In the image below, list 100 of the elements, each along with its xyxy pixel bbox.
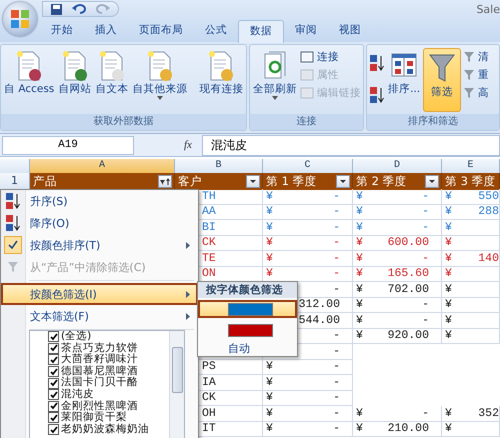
ribbon-button[interactable]: 自 Access: [3, 48, 56, 98]
formula-field[interactable]: 混沌皮: [202, 134, 500, 156]
column-header[interactable]: A: [30, 159, 175, 173]
checkbox[interactable]: [48, 412, 59, 424]
currency-symbol: ¥: [356, 220, 363, 234]
column-header[interactable]: E: [442, 159, 500, 173]
column-header[interactable]: B: [175, 159, 263, 173]
filter-button[interactable]: 筛选: [423, 48, 462, 112]
ribbon-tab[interactable]: 开始: [40, 20, 84, 42]
table-cell: -: [333, 267, 340, 280]
ribbon-tab[interactable]: 公式: [194, 20, 238, 42]
currency-symbol: ¥: [445, 422, 452, 436]
filter-dropdown-button[interactable]: [246, 175, 260, 188]
filter-dropdown-button[interactable]: [425, 175, 439, 188]
ribbon-tab[interactable]: 视图: [328, 20, 372, 42]
checkbox[interactable]: [48, 342, 59, 354]
filter-dropdown-button[interactable]: [336, 175, 350, 188]
table-cell: 920.00: [388, 329, 429, 342]
table-cell: -: [422, 190, 429, 203]
document-icon: [98, 50, 126, 82]
table-cell: 165.60: [388, 267, 429, 280]
menu-item[interactable]: 自动: [198, 342, 297, 356]
menu-item[interactable]: 降序(O): [1, 212, 198, 234]
list-item-label[interactable]: 茶点巧克力软饼: [61, 342, 138, 354]
undo-icon[interactable]: [72, 4, 86, 14]
table-cell: -: [333, 376, 340, 389]
list-item-label[interactable]: 大茴香籽调味汁: [61, 354, 138, 366]
scrollbar[interactable]: [169, 331, 184, 438]
menu-item[interactable]: 按颜色筛选(I): [1, 283, 198, 305]
table-cell: TE: [202, 252, 216, 265]
table-cell: -: [422, 220, 429, 234]
currency-symbol: ¥: [356, 422, 363, 436]
ribbon-button[interactable]: 自文本: [94, 48, 130, 98]
row-header[interactable]: 1: [0, 173, 30, 190]
currency-symbol: ¥: [445, 282, 452, 296]
table-cell: TH: [202, 190, 216, 203]
color-option[interactable]: [198, 300, 297, 318]
filter-dropdown-button[interactable]: [158, 175, 172, 188]
header-cell: 第 3 季度: [445, 174, 496, 189]
ribbon-button[interactable]: 自其他来源: [131, 48, 188, 102]
menu-item[interactable]: 升序(S): [1, 190, 198, 212]
checkbox[interactable]: [48, 354, 59, 366]
name-box[interactable]: A19: [2, 136, 134, 154]
document-icon: [15, 50, 44, 82]
checkbox[interactable]: [48, 389, 59, 400]
sort-ascending-icon[interactable]: [5, 192, 21, 210]
ribbon-small-button[interactable]: 重: [463, 66, 490, 84]
refresh-all-button[interactable]: 全部刷新: [252, 48, 298, 102]
check-icon: [4, 236, 22, 254]
ribbon-small-button[interactable]: 高: [463, 84, 490, 102]
list-item-label[interactable]: (全选): [61, 331, 92, 343]
group-label: 获取外部数据: [1, 114, 246, 130]
currency-symbol: ¥: [266, 422, 273, 436]
table-cell: BI: [202, 220, 216, 234]
sort-button[interactable]: 排序...: [387, 48, 422, 98]
checkbox[interactable]: [48, 378, 59, 389]
ribbon-tab[interactable]: 审阅: [284, 20, 328, 42]
table-cell: -: [333, 422, 340, 436]
list-item-label[interactable]: 德国慕尼黑啤酒: [61, 366, 138, 378]
header-cell: 第 2 季度: [356, 174, 407, 189]
ribbon-button[interactable]: 现有连接: [198, 48, 244, 98]
currency-symbol: ¥: [445, 406, 452, 420]
checkbox[interactable]: [48, 366, 59, 378]
save-icon[interactable]: [51, 4, 62, 14]
sort-descending-icon[interactable]: [5, 214, 21, 232]
menu-item[interactable]: 按颜色排序(T): [1, 234, 198, 256]
list-item-label[interactable]: 金刚烈性黑啤酒: [61, 400, 138, 412]
list-item-label[interactable]: 混沌皮: [61, 388, 94, 401]
list-item-label[interactable]: 老奶奶波森梅奶油: [61, 424, 149, 436]
ribbon-tab[interactable]: 页面布局: [128, 20, 194, 42]
ribbon-tab[interactable]: 数据: [238, 20, 284, 43]
menu-item[interactable]: 文本筛选(F): [1, 305, 198, 327]
column-header[interactable]: C: [263, 159, 353, 173]
caret-icon: [340, 180, 346, 183]
ribbon-tab[interactable]: 插入: [84, 20, 128, 42]
table-cell: -: [333, 344, 340, 358]
filter-sort-icon: [160, 178, 170, 186]
office-button[interactable]: [3, 2, 37, 36]
table-cell: -: [333, 406, 340, 420]
logo: [10, 9, 30, 29]
checkbox[interactable]: [48, 331, 59, 342]
submenu-title: 按字体颜色筛选: [198, 282, 297, 298]
ribbon-small-button[interactable]: 清: [463, 48, 490, 66]
list-item-label[interactable]: 法国卡门贝干酪: [61, 377, 138, 389]
table-cell: 352: [478, 406, 499, 420]
ribbon-button[interactable]: 自网站: [57, 48, 92, 98]
currency-symbol: ¥: [356, 267, 363, 280]
table-cell: 600.00: [388, 236, 429, 250]
column-header[interactable]: D: [353, 159, 442, 173]
checkbox[interactable]: [48, 400, 59, 412]
table-cell: -: [333, 391, 340, 404]
checkbox[interactable]: [48, 424, 59, 436]
ribbon-small-button[interactable]: 连接: [300, 48, 361, 66]
sort-descending-icon[interactable]: [369, 86, 386, 104]
currency-symbol: ¥: [266, 406, 273, 420]
table-cell: -: [422, 205, 429, 218]
currency-symbol: ¥: [445, 314, 452, 327]
list-item-label[interactable]: 莱阳御贡干梨: [61, 412, 127, 424]
sort-ascending-icon[interactable]: [369, 54, 386, 72]
function-label[interactable]: fx: [184, 139, 202, 151]
